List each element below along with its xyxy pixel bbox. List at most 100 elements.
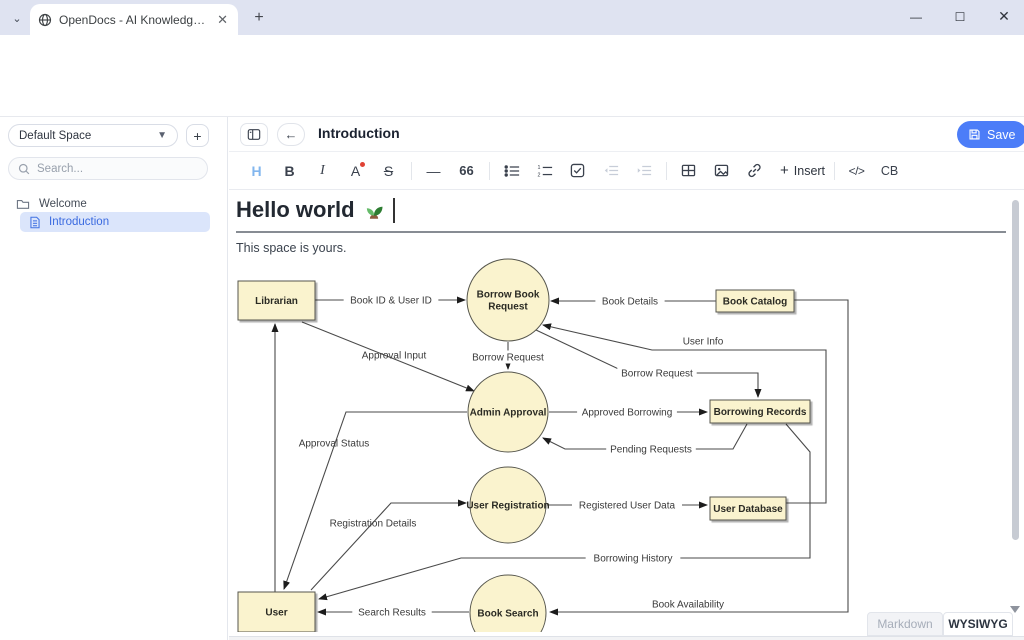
browser-toolbar: ← → ⟳ ai-toolbox.visual-paradigm.com/app…	[0, 35, 1024, 66]
toolbar-divider	[411, 162, 412, 180]
doc-paragraph[interactable]: This space is yours.	[236, 241, 346, 255]
dfd-edge-label: Borrowing History	[594, 554, 673, 565]
dfd-node-borrowing-records: Borrowing Records	[710, 400, 810, 423]
dfd-node-user: User	[238, 592, 315, 632]
doc-title-row: Hello world	[236, 197, 395, 223]
svg-text:1: 1	[537, 165, 540, 171]
dfd-edge-label: Borrow Request	[621, 369, 693, 380]
chevron-down-icon: ▼	[157, 130, 167, 141]
dfd-node-book-catalog: Book Catalog	[716, 290, 794, 312]
numbered-list-icon[interactable]: 12	[531, 159, 558, 183]
seedling-emoji	[363, 199, 385, 221]
search-icon	[18, 163, 30, 175]
vertical-scrollbar-thumb[interactable]	[1012, 200, 1019, 540]
window-close-button[interactable]: ✕	[984, 0, 1024, 33]
tab-markdown[interactable]: Markdown	[867, 612, 943, 636]
dfd-edge-label: Approval Input	[362, 351, 427, 362]
search-placeholder: Search...	[37, 163, 83, 175]
dfd-edge-label: Book ID & User ID	[350, 296, 432, 307]
panel-icon	[247, 128, 261, 141]
dfd-node-user-database: User Database	[710, 497, 786, 520]
bullet-list-icon[interactable]	[498, 159, 525, 183]
table-icon[interactable]	[675, 159, 702, 183]
tab-favicon-globe-icon	[38, 13, 52, 27]
svg-text:2: 2	[537, 172, 540, 178]
outdent-icon[interactable]	[597, 159, 624, 183]
dfd-node-label: User	[265, 608, 287, 619]
text-cursor	[393, 198, 395, 223]
code-block-button[interactable]: CB	[876, 159, 903, 183]
dfd-edge-label: Registration Details	[330, 519, 417, 530]
save-floppy-icon	[968, 128, 981, 141]
dfd-node-admin-approval: Admin Approval	[468, 372, 548, 452]
dfd-edge-label: Approval Status	[299, 439, 370, 450]
window-maximize-button[interactable]: ☐	[940, 0, 980, 33]
new-tab-button[interactable]: +	[248, 7, 270, 29]
toolbar-divider	[489, 162, 490, 180]
formatting-toolbar: H B I A S — 66 12 +Insert </> CB	[229, 152, 1024, 190]
tab-search-chevron-icon[interactable]: ⌄	[6, 8, 28, 28]
document-icon	[29, 216, 41, 229]
doc-nav-title: Introduction	[318, 125, 400, 141]
horizontal-rule-button[interactable]: —	[420, 159, 447, 183]
dfd-node-label: Borrow Book	[477, 290, 540, 301]
tab-title: OpenDocs - AI Knowledge Base	[59, 13, 208, 27]
window-minimize-button[interactable]: —	[896, 0, 936, 33]
indent-icon[interactable]	[630, 159, 657, 183]
dfd-edge	[311, 503, 466, 590]
bold-button[interactable]: B	[276, 159, 303, 183]
tab-wysiwyg[interactable]: WYSIWYG	[943, 612, 1013, 636]
space-selector[interactable]: Default Space ▼	[8, 124, 178, 147]
folder-icon	[16, 198, 30, 210]
dfd-node-label: Librarian	[255, 296, 298, 307]
inline-code-button[interactable]: </>	[843, 159, 870, 183]
task-list-icon[interactable]	[564, 159, 591, 183]
sidebar-item-welcome[interactable]: Welcome	[8, 194, 87, 214]
dfd-edge-label: Pending Requests	[610, 445, 692, 456]
dfd-node-label: Book Search	[477, 609, 538, 620]
search-input[interactable]: Search...	[8, 157, 208, 180]
dfd-edge-label: Book Availability	[652, 600, 724, 611]
font-color-button[interactable]: A	[342, 159, 369, 183]
dataflow-diagram: Librarian Borrow BookRequest Book Catalog A…	[228, 255, 1014, 632]
toolbar-divider	[666, 162, 667, 180]
blockquote-button[interactable]: 66	[453, 159, 480, 183]
dfd-edge	[536, 330, 758, 397]
dfd-node-librarian: Librarian	[238, 281, 315, 320]
toggle-sidebar-button[interactable]	[240, 123, 268, 146]
dfd-node-label: Admin Approval	[470, 408, 547, 419]
browser-tabstrip: ⌄ OpenDocs - AI Knowledge Base ✕ + — ☐ ✕	[0, 0, 1024, 35]
dfd-node-book-search: Book Search	[470, 575, 546, 632]
dfd-node-label: Borrowing Records	[714, 407, 807, 418]
doc-back-button[interactable]: ←	[277, 123, 305, 146]
plus-icon: +	[780, 162, 789, 179]
dfd-node-label: Request	[488, 302, 528, 313]
dfd-edge-label: Borrow Request	[472, 353, 544, 364]
doc-title[interactable]: Hello world	[236, 197, 355, 223]
save-button[interactable]: Save	[957, 121, 1024, 148]
dfd-node-label: User Registration	[466, 501, 549, 512]
dfd-edge-label: User Info	[683, 337, 724, 348]
heading-button[interactable]: H	[243, 159, 270, 183]
strikethrough-button[interactable]: S	[375, 159, 402, 183]
add-space-button[interactable]: +	[186, 124, 209, 147]
dfd-edge-label: Search Results	[358, 608, 426, 619]
dfd-edge-label: Approved Borrowing	[582, 408, 673, 419]
dfd-edge-label: Registered User Data	[579, 501, 676, 512]
dfd-node-label: User Database	[713, 504, 783, 515]
dfd-edge-label: Book Details	[602, 297, 658, 308]
dfd-node-user-registration: User Registration	[466, 467, 549, 543]
tab-close-icon[interactable]: ✕	[215, 12, 230, 28]
toolbar-divider	[834, 162, 835, 180]
title-underline	[236, 231, 1006, 233]
insert-button[interactable]: +Insert	[780, 159, 825, 183]
dfd-node-label: Book Catalog	[723, 297, 787, 308]
dfd-node-borrow-book-request: Borrow BookRequest	[467, 259, 549, 341]
image-icon[interactable]	[708, 159, 735, 183]
red-dot-indicator	[360, 162, 365, 167]
app-header: OpenDocs Powered by Visual Paradigm Shar…	[0, 66, 1024, 117]
sidebar-item-introduction[interactable]: Introduction	[20, 212, 210, 232]
link-icon[interactable]	[741, 159, 768, 183]
browser-tab[interactable]: OpenDocs - AI Knowledge Base ✕	[30, 4, 238, 35]
italic-button[interactable]: I	[309, 159, 336, 183]
